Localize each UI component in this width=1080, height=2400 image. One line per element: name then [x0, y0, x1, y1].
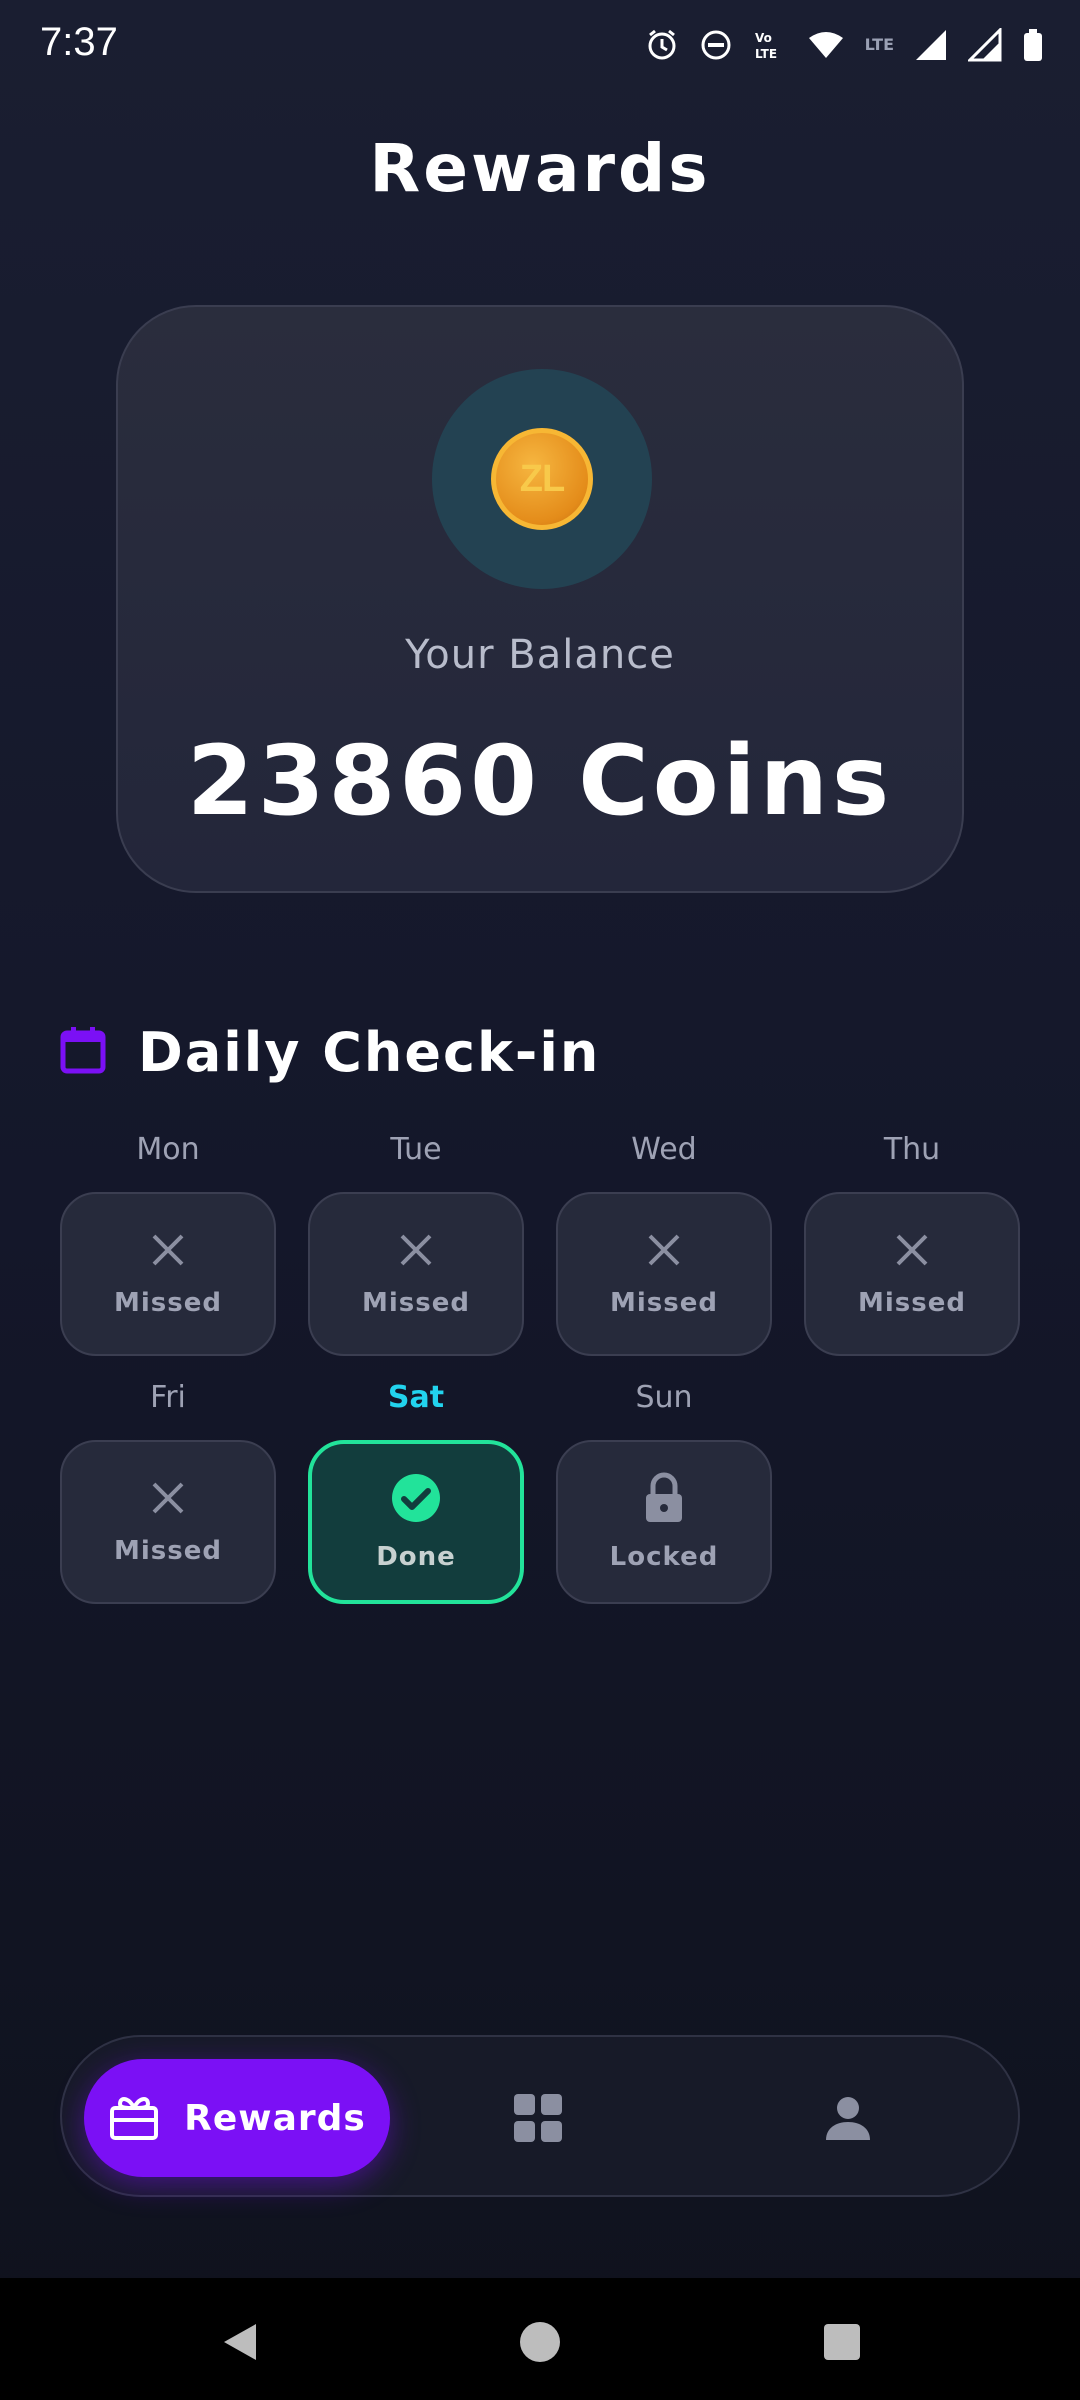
nav-rewards-button[interactable]: Rewards — [84, 2059, 390, 2177]
bottom-nav: Rewards — [60, 2035, 1020, 2197]
person-icon[interactable] — [822, 2092, 874, 2144]
close-icon — [148, 1478, 188, 1522]
day-status: Missed — [362, 1288, 470, 1318]
day-cell-fri[interactable]: Fri Missed — [60, 1380, 276, 1604]
day-name: Wed — [631, 1132, 697, 1167]
checkin-title: Daily Check-in — [138, 1020, 601, 1084]
day-status: Missed — [858, 1288, 966, 1318]
day-cell-sat[interactable]: Sat Done — [308, 1380, 524, 1604]
day-box[interactable]: Missed — [60, 1440, 276, 1604]
day-cell-mon[interactable]: Mon Missed — [60, 1132, 276, 1356]
signal-icon — [914, 28, 948, 62]
lock-icon — [642, 1472, 686, 1528]
balance-card: ZL Your Balance 23860 Coins — [116, 305, 964, 893]
day-name: Fri — [150, 1380, 186, 1415]
battery-icon — [1022, 28, 1044, 62]
volte-icon: Vo LTE — [753, 28, 787, 62]
checkin-header: Daily Check-in — [60, 1020, 600, 1084]
balance-label: Your Balance — [405, 632, 675, 678]
day-name: Sun — [635, 1380, 693, 1415]
recents-icon[interactable] — [820, 2320, 864, 2368]
dnd-icon — [699, 28, 733, 62]
status-bar: 7:37 Vo LTE LTE — [0, 0, 1080, 92]
lte-label: LTE — [864, 35, 894, 54]
day-box[interactable]: Locked — [556, 1440, 772, 1604]
coin-icon: ZL — [491, 428, 593, 530]
grid-icon[interactable] — [512, 2092, 564, 2144]
day-cell-sun[interactable]: Sun Locked — [556, 1380, 772, 1604]
balance-value: 23860 Coins — [186, 725, 894, 837]
coin-label: ZL — [519, 457, 565, 500]
day-cell-thu[interactable]: Thu Missed — [804, 1132, 1020, 1356]
close-icon — [148, 1230, 188, 1274]
day-name: Thu — [883, 1132, 941, 1167]
gift-icon — [108, 2090, 160, 2146]
nav-rewards-label: Rewards — [184, 2097, 366, 2139]
svg-text:Vo: Vo — [755, 31, 772, 45]
day-box[interactable]: Missed — [804, 1192, 1020, 1356]
day-box[interactable]: Missed — [308, 1192, 524, 1356]
coin-badge: ZL — [432, 369, 652, 589]
alarm-icon — [645, 28, 679, 62]
status-time: 7:37 — [40, 20, 118, 64]
close-icon — [644, 1230, 684, 1274]
day-box[interactable]: Missed — [60, 1192, 276, 1356]
home-icon[interactable] — [518, 2320, 562, 2368]
signal-icon — [968, 28, 1002, 62]
svg-text:LTE: LTE — [755, 47, 777, 61]
day-cell-tue[interactable]: Tue Missed — [308, 1132, 524, 1356]
day-status: Done — [376, 1542, 456, 1572]
status-icons: Vo LTE LTE — [645, 24, 1044, 66]
day-box[interactable]: Done — [308, 1440, 524, 1604]
day-name: Sat — [387, 1380, 445, 1415]
back-icon[interactable] — [218, 2320, 262, 2368]
day-box[interactable]: Missed — [556, 1192, 772, 1356]
day-name: Mon — [136, 1132, 200, 1167]
close-icon — [892, 1230, 932, 1274]
day-status: Missed — [114, 1288, 222, 1318]
day-status: Missed — [114, 1536, 222, 1566]
close-icon — [396, 1230, 436, 1274]
wifi-icon — [807, 28, 845, 62]
day-status: Missed — [610, 1288, 718, 1318]
system-nav-bar — [0, 2278, 1080, 2400]
day-status: Locked — [609, 1542, 719, 1572]
check-circle-icon — [390, 1472, 442, 1528]
day-cell-wed[interactable]: Wed Missed — [556, 1132, 772, 1356]
rewards-screen: 7:37 Vo LTE LTE Rewards ZL Your Balance … — [0, 0, 1080, 2400]
page-title: Rewards — [369, 130, 711, 207]
calendar-icon — [60, 1025, 106, 1079]
day-name: Tue — [390, 1132, 442, 1167]
